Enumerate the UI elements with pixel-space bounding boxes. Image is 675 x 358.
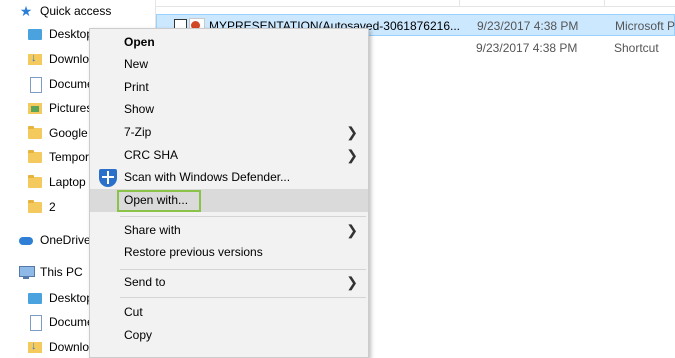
menu-separator [120, 216, 366, 217]
menu-item-label: Open [124, 35, 155, 49]
nav-onedrive[interactable]: OneDrive [18, 229, 91, 251]
column-header-row[interactable] [156, 0, 675, 7]
column-separator[interactable] [459, 0, 460, 6]
menu-item-copy[interactable]: Copy [90, 324, 368, 347]
documents-folder-icon [27, 76, 43, 93]
menu-item-label: CRC SHA [124, 148, 179, 162]
menu-item-show[interactable]: Show [90, 98, 368, 121]
menu-item-label: Copy [124, 328, 153, 342]
menu-item-cut[interactable]: Cut [90, 301, 368, 324]
downloads-folder-icon [27, 339, 43, 355]
context-menu: Open New Print Show 7-Zip ❯ CRC SHA ❯ Sc… [89, 28, 369, 358]
menu-item-label: New [124, 57, 149, 71]
menu-item-7zip[interactable]: 7-Zip ❯ [90, 121, 368, 144]
nav-item-label: Desktop [49, 27, 94, 41]
menu-item-restore-previous-versions[interactable]: Restore previous versions [90, 241, 368, 264]
menu-item-crc-sha[interactable]: CRC SHA ❯ [90, 144, 368, 167]
menu-item-share-with[interactable]: Share with ❯ [90, 219, 368, 242]
pictures-folder-icon [27, 100, 43, 116]
menu-item-new[interactable]: New [90, 53, 368, 76]
menu-item-print[interactable]: Print [90, 76, 368, 99]
nav-item-pictures[interactable]: Pictures [27, 97, 92, 119]
cloud-icon [18, 232, 34, 248]
nav-item-2[interactable]: 2 [27, 196, 56, 218]
file-type: Microsoft P [615, 19, 675, 33]
star-icon: ★ [19, 3, 33, 19]
folder-icon [27, 125, 43, 141]
menu-item-label: Scan with Windows Defender... [124, 170, 291, 184]
nav-item-downloads[interactable]: Downloa [27, 48, 96, 70]
windows-defender-shield-icon [99, 169, 117, 187]
menu-item-label: Restore previous versions [124, 245, 263, 259]
folder-icon [27, 149, 43, 165]
nav-this-pc[interactable]: This PC [18, 261, 83, 283]
downloads-folder-icon [27, 51, 43, 67]
chevron-right-icon: ❯ [346, 147, 358, 163]
menu-item-label: 7-Zip [124, 125, 152, 139]
menu-item-label: Share with [124, 223, 181, 237]
menu-item-open[interactable]: Open [90, 31, 368, 54]
file-type: Shortcut [614, 41, 659, 55]
desktop-folder-icon [27, 26, 43, 42]
chevron-right-icon: ❯ [346, 222, 358, 238]
folder-icon [27, 199, 43, 215]
nav-item-label: 2 [49, 200, 56, 214]
menu-separator [120, 269, 366, 270]
nav-pc-documents[interactable]: Docume [27, 311, 94, 333]
menu-item-label: Show [124, 102, 155, 116]
column-separator[interactable] [604, 0, 605, 6]
nav-item-label: Docume [49, 315, 94, 329]
menu-item-label: Print [124, 80, 149, 94]
nav-quick-access-label: Quick access [40, 4, 112, 18]
nav-item-label: Docume [49, 77, 94, 91]
nav-item-temporary[interactable]: Tempora [27, 146, 96, 168]
nav-item-label: Desktop [49, 291, 94, 305]
folder-icon [27, 174, 43, 190]
chevron-right-icon: ❯ [346, 124, 358, 140]
documents-folder-icon [27, 314, 43, 331]
nav-pc-desktop[interactable]: Desktop [27, 287, 93, 309]
menu-item-scan-defender[interactable]: Scan with Windows Defender... [90, 166, 368, 189]
desktop-folder-icon [27, 290, 43, 306]
nav-onedrive-label: OneDrive [40, 233, 91, 247]
menu-item-send-to[interactable]: Send to ❯ [90, 271, 368, 294]
nav-this-pc-label: This PC [40, 265, 83, 279]
nav-item-desktop[interactable]: Desktop [27, 23, 93, 45]
chevron-right-icon: ❯ [346, 274, 358, 290]
nav-item-documents[interactable]: Docume [27, 73, 94, 95]
nav-item-label: Downlo [49, 340, 90, 354]
menu-item-label: Cut [124, 305, 143, 319]
menu-separator [120, 297, 366, 298]
nav-item-label: Pictures [49, 101, 93, 115]
menu-item-label: Send to [124, 275, 166, 289]
nav-quick-access[interactable]: ★ Quick access [18, 0, 112, 22]
computer-icon [18, 264, 35, 280]
open-with-highlight-outline [117, 190, 201, 212]
file-date: 9/23/2017 4:38 PM [477, 19, 579, 33]
file-date: 9/23/2017 4:38 PM [476, 41, 578, 55]
nav-pc-downloads[interactable]: Downlo [27, 336, 89, 358]
